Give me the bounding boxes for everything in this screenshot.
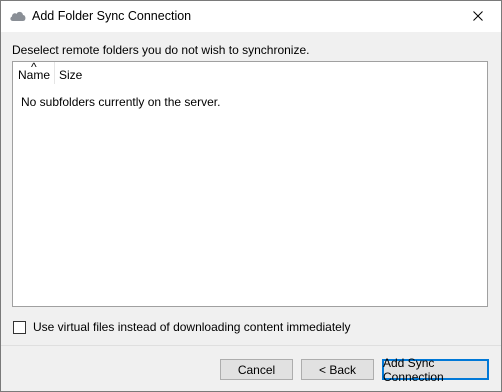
instruction-text: Deselect remote folders you do not wish … [12, 43, 310, 57]
column-header-name-label: Name [18, 68, 51, 82]
tree-header: ^ Name Size [13, 60, 487, 84]
cancel-button[interactable]: Cancel [220, 359, 293, 380]
close-icon [473, 10, 483, 24]
close-button[interactable] [455, 1, 501, 32]
back-button[interactable]: < Back [301, 359, 374, 380]
window-title: Add Folder Sync Connection [32, 9, 192, 23]
dialog-window: Add Folder Sync Connection Deselect remo… [0, 0, 502, 392]
add-sync-connection-button[interactable]: Add Sync Connection [382, 356, 489, 384]
column-header-name[interactable]: ^ Name [13, 60, 55, 84]
cloud-icon [9, 10, 27, 22]
folder-tree[interactable]: ^ Name Size No subfolders currently on t… [12, 60, 488, 307]
button-bar: Cancel < Back Add Sync Connection [1, 345, 501, 391]
column-header-size[interactable]: Size [59, 68, 82, 82]
virtual-files-option[interactable]: Use virtual files instead of downloading… [13, 320, 351, 334]
virtual-files-label[interactable]: Use virtual files instead of downloading… [33, 320, 351, 334]
virtual-files-checkbox[interactable] [13, 320, 26, 334]
empty-message: No subfolders currently on the server. [21, 95, 221, 109]
title-bar: Add Folder Sync Connection [1, 1, 501, 32]
dialog-content: Deselect remote folders you do not wish … [1, 32, 501, 345]
